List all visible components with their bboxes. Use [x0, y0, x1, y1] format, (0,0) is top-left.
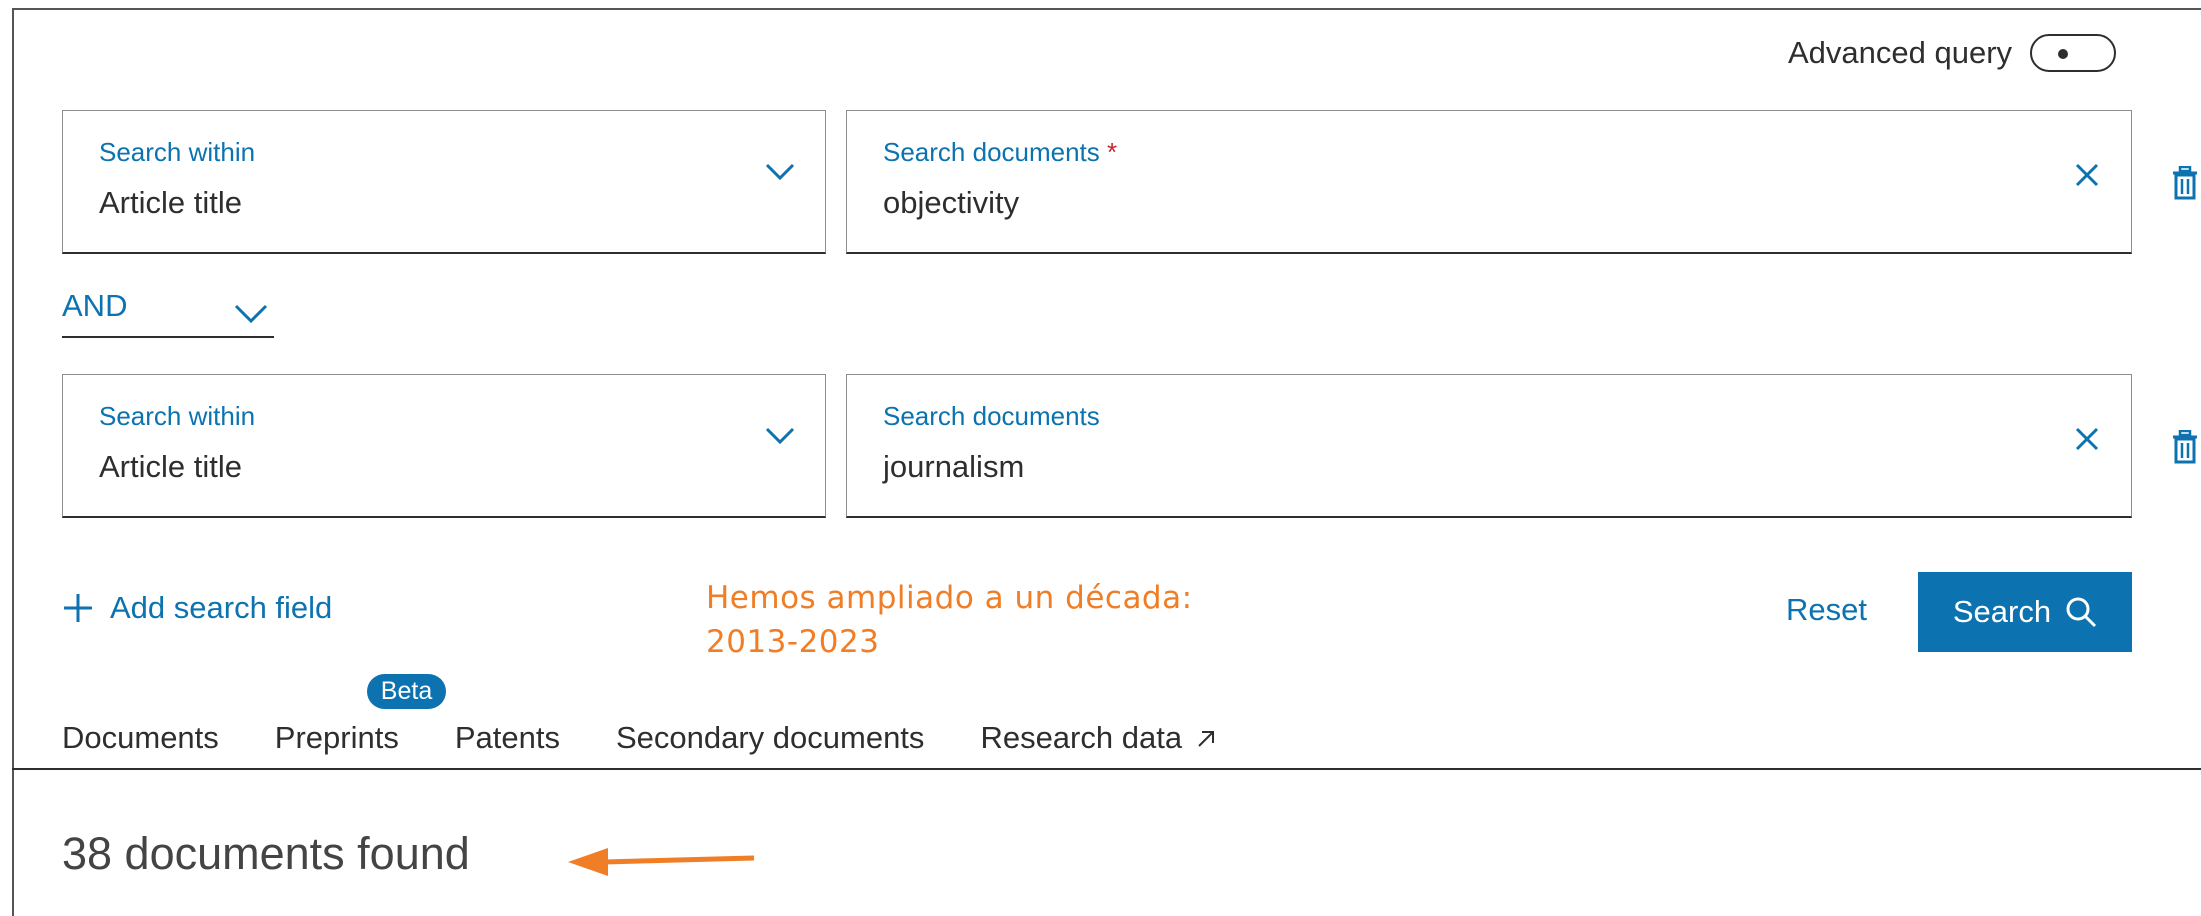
- chevron-down-icon: [765, 427, 795, 445]
- tab-documents[interactable]: Documents: [62, 720, 219, 756]
- search-within-value: Article title: [99, 449, 242, 484]
- search-documents-field-2[interactable]: Search documents journalism: [846, 374, 2132, 518]
- results-count: 38 documents found: [62, 828, 470, 879]
- annotation-arrow-icon: [568, 848, 755, 876]
- search-within-label: Search within: [99, 137, 256, 167]
- add-search-field-label: Add search field: [110, 590, 333, 625]
- trash-icon[interactable]: [2172, 430, 2198, 464]
- search-within-value: Article title: [99, 185, 242, 220]
- search-button-label: Search: [1952, 594, 2052, 629]
- clear-icon[interactable]: [2073, 425, 2101, 453]
- tab-patents[interactable]: Patents: [455, 720, 560, 756]
- chevron-down-icon: [234, 304, 268, 324]
- search-within-label: Search within: [99, 401, 256, 431]
- search-icon: [2066, 597, 2097, 628]
- advanced-query: Advanced query: [1788, 34, 2117, 72]
- tab-research-data[interactable]: Research data: [980, 720, 1216, 756]
- search-within-select-1[interactable]: Search within Article title: [62, 110, 826, 254]
- advanced-query-label: Advanced query: [1788, 35, 2013, 70]
- search-documents-label: Search documents: [883, 401, 1100, 431]
- required-marker: *: [1107, 137, 1118, 167]
- search-within-select-2[interactable]: Search within Article title: [62, 374, 826, 518]
- add-search-field-button[interactable]: Add search field: [62, 590, 332, 626]
- beta-badge: Beta: [366, 674, 447, 709]
- search-documents-field-1[interactable]: Search documents * objectivity: [846, 110, 2132, 254]
- advanced-query-toggle[interactable]: [2030, 34, 2117, 72]
- toggle-knob: [2058, 49, 2069, 59]
- clear-icon[interactable]: [2073, 161, 2101, 189]
- tab-preprints[interactable]: Beta Preprints: [275, 674, 447, 756]
- annotation-line-1: Hemos ampliado a un década:: [706, 580, 1193, 616]
- tabs-divider: [12, 768, 2201, 770]
- annotation-line-2: 2013-2023: [706, 624, 880, 660]
- external-link-icon: [1197, 731, 1214, 747]
- tab-secondary-documents[interactable]: Secondary documents: [616, 720, 924, 756]
- plus-icon: [64, 594, 92, 622]
- search-documents-input[interactable]: journalism: [883, 449, 1024, 485]
- operator-value: AND: [62, 288, 128, 323]
- search-documents-label: Search documents *: [883, 137, 1118, 167]
- trash-icon[interactable]: [2172, 166, 2198, 200]
- annotation-note: Hemos ampliado a un década: 2013-2023: [706, 576, 1193, 664]
- boolean-operator-select[interactable]: AND: [62, 288, 274, 338]
- search-documents-input[interactable]: objectivity: [883, 185, 1019, 221]
- reset-button[interactable]: Reset: [1786, 592, 1867, 628]
- search-button[interactable]: Search: [1918, 572, 2132, 652]
- chevron-down-icon: [765, 163, 795, 181]
- result-tabs: Documents Beta Preprints Patents Seconda…: [62, 674, 1273, 756]
